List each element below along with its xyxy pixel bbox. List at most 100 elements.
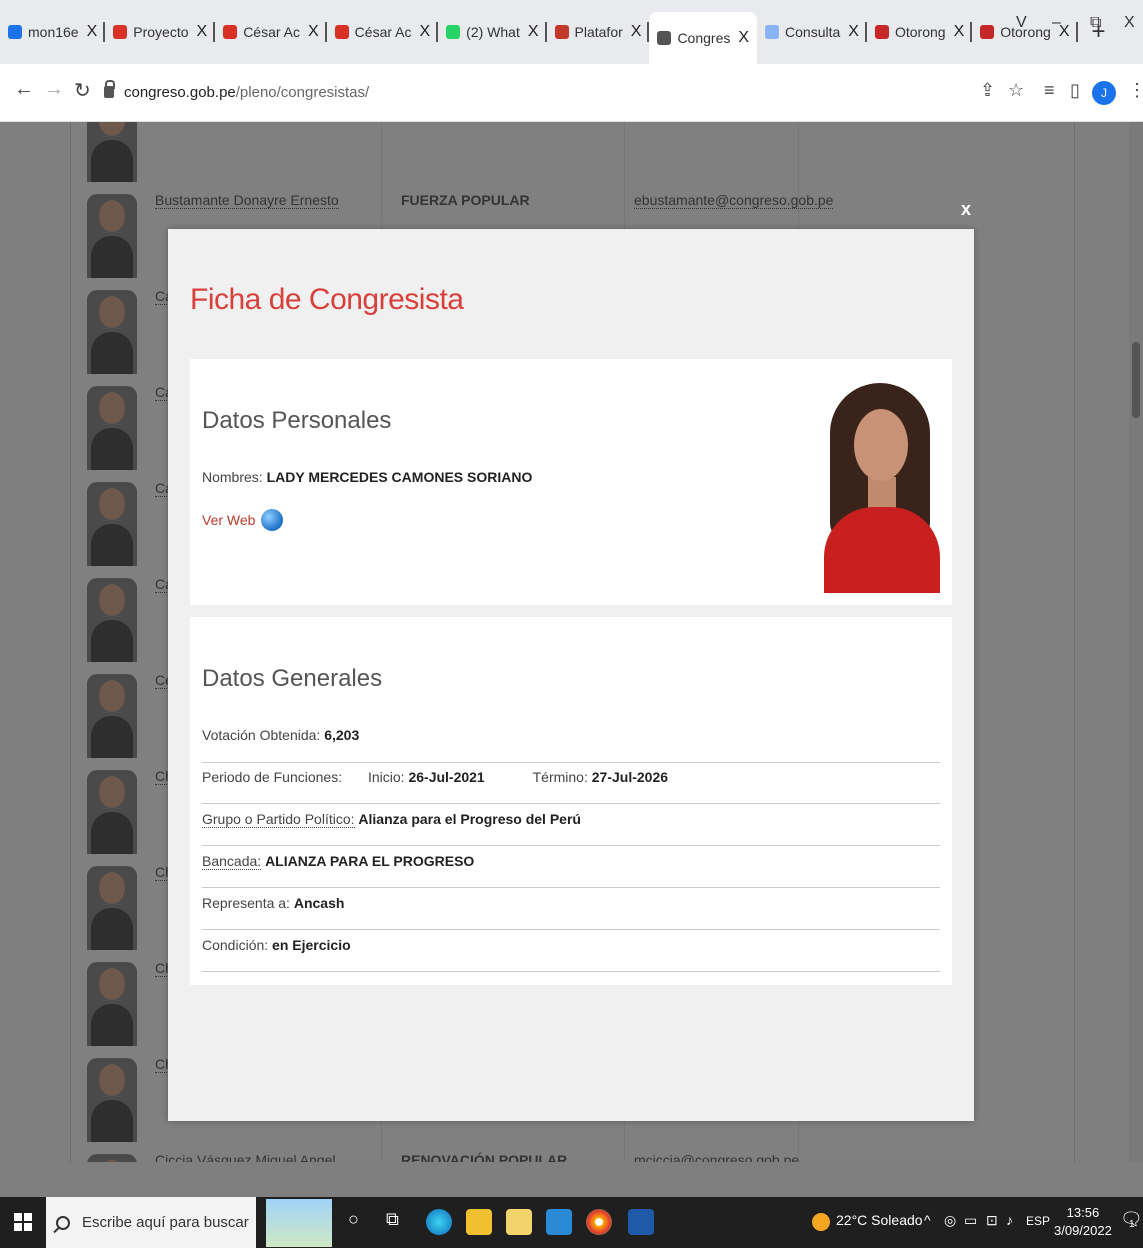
share-icon[interactable]: ⇪ [980,80,995,101]
scrollbar-thumb[interactable] [1132,342,1140,418]
condicion-value: en Ejercicio [272,937,351,953]
tab-close-icon[interactable]: X [738,29,749,47]
forward-icon[interactable]: → [44,78,64,101]
congresista-photo [824,377,940,593]
tab-label: Congres [677,30,731,46]
modal-close-button[interactable]: x [961,199,971,220]
periodo-field: Periodo de Funciones: Inicio: 26-Jul-202… [202,769,668,785]
congresista-thumbnail[interactable] [87,578,137,662]
restore-button[interactable]: ⧉ [1090,14,1101,32]
task-view-icon[interactable]: ⧉ [386,1209,399,1230]
browser-tab[interactable]: mon16e X [0,12,106,52]
periodo-label: Periodo de Funciones: [202,769,343,785]
tab-close-icon[interactable]: X [954,23,965,41]
general-data-heading: Datos Generales [202,665,383,692]
search-highlight-image[interactable] [266,1199,332,1247]
lock-icon[interactable] [104,80,115,98]
taskbar-clock[interactable]: 13:56 3/09/2022 [1054,1204,1112,1240]
grupo-label: Grupo o Partido Político: [202,811,355,828]
word-icon[interactable] [628,1209,654,1235]
tab-label: (2) What [466,24,520,40]
tab-close-icon[interactable]: X [197,23,208,41]
language-indicator[interactable]: ESP [1026,1214,1050,1228]
tab-favicon-icon [223,25,238,39]
minimize-button[interactable]: – [1052,14,1061,32]
congresista-thumbnail[interactable] [87,290,137,374]
bancada-label: Bancada: [202,853,262,870]
profile-avatar[interactable]: J [1092,81,1116,105]
url-field[interactable]: congreso.gob.pe/pleno/congresistas/ [104,76,964,108]
browser-tab[interactable]: Otorong X [867,12,973,52]
tab-search-button[interactable]: V [1016,14,1027,32]
side-panel-icon[interactable]: ▯ [1070,80,1080,101]
congresista-thumbnail[interactable] [87,1058,137,1142]
close-window-button[interactable]: X [1124,14,1135,32]
browser-tab[interactable]: Proyecto X [105,12,216,52]
tab-close-icon[interactable]: X [419,23,430,41]
party-cell: RENOVACIÓN POPULAR [401,1152,568,1162]
tab-label: Consulta [785,24,841,40]
congresista-thumbnail[interactable] [87,866,137,950]
termino-value: 27-Jul-2026 [591,769,669,785]
browser-tab[interactable]: César Ac X [215,12,328,52]
congresista-name-link[interactable]: Ciccia Vásquez Miguel Angel [155,1152,336,1162]
taskbar-search-placeholder: Escribe aquí para buscar [82,1214,249,1231]
congresista-thumbnail[interactable] [87,386,137,470]
table-row[interactable]: Ciccia Vásquez Miguel Angel RENOVACIÓN PO… [71,1148,1076,1162]
congresista-thumbnail[interactable] [87,194,137,278]
browser-tab[interactable]: Platafor X [547,12,650,52]
ver-web-label[interactable]: Ver Web [202,512,255,528]
menu-kebab-icon[interactable]: ⋮ [1128,80,1143,101]
divider [202,762,940,763]
windows-start-icon[interactable] [14,1213,32,1231]
congresista-thumbnail[interactable] [87,674,137,758]
representa-label: Representa a: [202,895,290,911]
congresista-thumbnail[interactable] [87,962,137,1046]
cortana-icon[interactable]: ○ [348,1209,359,1230]
congresista-thumbnail[interactable] [87,482,137,566]
ver-web-link[interactable]: Ver Web [202,509,284,531]
taskbar-search-box[interactable]: Escribe aquí para buscar [46,1197,256,1248]
nombres-value: LADY MERCEDES CAMONES SORIANO [266,469,533,485]
back-icon[interactable]: ← [14,78,34,101]
representa-value: Ancash [293,895,345,911]
globe-icon[interactable] [261,509,284,531]
email-link[interactable]: mciccia@congreso.gob.pe [634,1152,799,1162]
weather-sun-icon[interactable] [812,1213,830,1231]
meet-now-icon[interactable]: ◎ [944,1212,956,1229]
browser-tab[interactable]: César Ac X [327,12,439,52]
edge-icon[interactable] [426,1209,452,1235]
tab-label: César Ac [354,24,412,40]
chrome-icon[interactable] [586,1209,612,1235]
windows-taskbar: Escribe aquí para buscar ○ ⧉ 22°C Solead… [0,1197,1143,1248]
reading-list-icon[interactable]: ≡ [1044,80,1055,101]
congresista-thumbnail[interactable] [87,122,137,182]
store-icon[interactable] [506,1209,532,1235]
volume-icon[interactable]: ♪ [1006,1212,1013,1228]
show-hidden-icons-chevron-icon[interactable]: ^ [924,1212,931,1228]
tab-favicon-icon [113,25,128,39]
browser-tab[interactable]: (2) What X [438,12,547,52]
battery-icon[interactable]: ▭ [964,1212,977,1229]
congresista-modal: Ficha de Congresista Datos Personales No… [168,229,974,1121]
browser-tab[interactable]: Congres X [649,12,758,64]
tab-close-icon[interactable]: X [528,23,539,41]
browser-tab[interactable]: Consulta X [757,12,867,52]
tab-close-icon[interactable]: X [308,23,319,41]
weather-text[interactable]: 22°C Soleado [836,1212,923,1228]
email-link[interactable]: ebustamante@congreso.gob.pe [634,192,834,209]
tab-close-icon[interactable]: X [848,23,859,41]
network-icon[interactable]: ⊡ [986,1212,998,1229]
congresista-name-link[interactable]: Bustamante Donayre Ernesto [155,192,339,209]
reload-icon[interactable]: ↻ [74,78,91,103]
tab-favicon-icon [8,25,22,39]
table-row[interactable]: Burgos Oliveros Juan BartoloméPODEMOS PE… [71,122,1076,188]
page-scrollbar[interactable] [1129,122,1143,1162]
tab-close-icon[interactable]: X [631,23,642,41]
mail-icon[interactable] [546,1209,572,1235]
tab-close-icon[interactable]: X [87,23,98,41]
bookmark-star-icon[interactable]: ☆ [1008,80,1024,101]
file-explorer-icon[interactable] [466,1209,492,1235]
congresista-thumbnail[interactable] [87,770,137,854]
congresista-thumbnail[interactable] [87,1154,137,1162]
